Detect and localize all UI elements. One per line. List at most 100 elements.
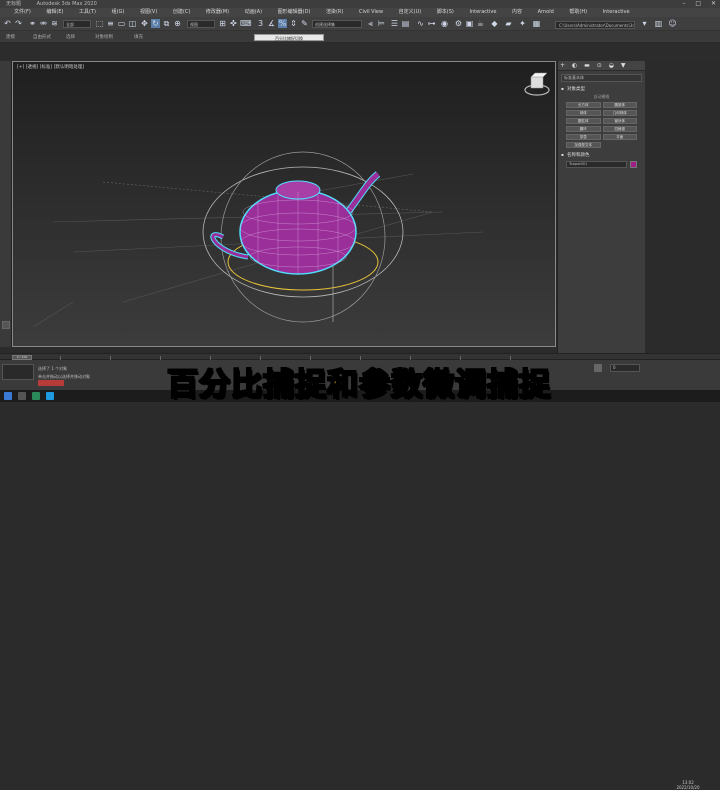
material-editor-icon[interactable]: ◉ bbox=[440, 19, 449, 28]
autogrid-checkbox[interactable]: 自动栅格 bbox=[558, 94, 645, 100]
menu-graph-editors[interactable]: 图形编辑器(D) bbox=[278, 8, 311, 17]
maxscript-listener[interactable] bbox=[2, 364, 34, 380]
path-dropdown-icon[interactable]: ▾ bbox=[640, 19, 649, 28]
arnold-icon[interactable]: ◆ bbox=[490, 19, 499, 28]
undo-icon[interactable]: ↶ bbox=[3, 19, 12, 28]
close-button[interactable]: ✕ bbox=[711, 0, 716, 7]
name-color-rollout[interactable]: 名称和颜色 bbox=[561, 152, 642, 158]
user-icon[interactable]: ☺ bbox=[668, 19, 677, 28]
keyboard-shortcut-icon[interactable]: ⌨ bbox=[240, 19, 252, 28]
object-color-swatch[interactable] bbox=[630, 161, 637, 168]
plane-button[interactable]: 平面 bbox=[602, 134, 637, 140]
search-icon[interactable] bbox=[18, 392, 26, 400]
pyramid-button[interactable]: 四棱锥 bbox=[602, 126, 637, 132]
menu-civil-view[interactable]: Civil View bbox=[359, 8, 383, 17]
workspaces-icon[interactable]: ▥ bbox=[654, 19, 663, 28]
teapot-button[interactable]: 茶壶 bbox=[566, 134, 601, 140]
object-name-field[interactable]: Teapot001 bbox=[566, 161, 627, 168]
percent-snap-icon[interactable]: % bbox=[278, 19, 287, 28]
tab-object-paint[interactable]: 对象绘制 bbox=[95, 34, 113, 40]
tube-button[interactable]: 管状体 bbox=[602, 118, 637, 124]
scene-explorer-toggle-icon[interactable] bbox=[2, 321, 10, 329]
pivot-center-icon[interactable]: ⊞ bbox=[218, 19, 227, 28]
menu-modifiers[interactable]: 修改器(M) bbox=[206, 8, 229, 17]
menu-scripting[interactable]: 脚本(S) bbox=[437, 8, 454, 17]
sphere-button[interactable]: 球体 bbox=[566, 110, 601, 116]
selection-filter-dropdown[interactable]: 全部 bbox=[63, 20, 91, 28]
3dsmax-taskbar-icon[interactable] bbox=[46, 392, 54, 400]
box-button[interactable]: 长方体 bbox=[566, 102, 601, 108]
menu-interactive[interactable]: Interactive bbox=[469, 8, 496, 17]
select-manipulate-icon[interactable]: ✜ bbox=[229, 19, 238, 28]
redo-icon[interactable]: ↷ bbox=[14, 19, 23, 28]
spinner-snap-icon[interactable]: ⇕ bbox=[289, 19, 298, 28]
tab-modeling[interactable]: 建模 bbox=[6, 34, 15, 40]
settings-icon[interactable]: ✦ bbox=[518, 19, 527, 28]
utilities-tab-icon[interactable]: ▼ bbox=[621, 62, 626, 69]
project-icon[interactable]: ▦ bbox=[532, 19, 541, 28]
menu-create[interactable]: 创建(C) bbox=[173, 8, 190, 17]
perspective-viewport[interactable]: [+] [透视] [标准] [默认明暗处理] bbox=[12, 61, 556, 347]
render-icon[interactable]: ☕ bbox=[476, 19, 485, 28]
teapot-object[interactable] bbox=[210, 171, 381, 275]
angle-snap-icon[interactable]: ∡ bbox=[267, 19, 276, 28]
motion-tab-icon[interactable]: ⊙ bbox=[597, 62, 602, 69]
object-type-rollout[interactable]: 对象类型 bbox=[561, 86, 642, 92]
menu-rendering[interactable]: 渲染(R) bbox=[326, 8, 343, 17]
menu-arnold[interactable]: Arnold bbox=[538, 8, 554, 17]
render-setup-icon[interactable]: ⚙ bbox=[454, 19, 463, 28]
schematic-view-icon[interactable]: ⊶ bbox=[427, 19, 436, 28]
menu-customize[interactable]: 自定义(U) bbox=[399, 8, 422, 17]
minimize-button[interactable]: – bbox=[682, 0, 685, 7]
current-frame-field[interactable]: 0 bbox=[610, 364, 640, 372]
align-icon[interactable]: ⊨ bbox=[377, 19, 386, 28]
move-icon[interactable]: ✥ bbox=[140, 19, 149, 28]
layer-explorer-icon[interactable]: ☰ bbox=[390, 19, 399, 28]
select-by-name-icon[interactable]: ≡ bbox=[106, 19, 115, 28]
scene-explorer-icon[interactable]: ▤ bbox=[401, 19, 410, 28]
curve-editor-icon[interactable]: ∿ bbox=[416, 19, 425, 28]
scale-icon[interactable]: ⧉ bbox=[162, 19, 171, 28]
menu-group[interactable]: 组(G) bbox=[112, 8, 125, 17]
rotate-icon[interactable]: ↻ bbox=[151, 19, 160, 28]
bind-spacewarp-icon[interactable]: ≋ bbox=[50, 19, 59, 28]
mirror-icon[interactable]: ⫷ bbox=[366, 19, 375, 28]
rect-selection-icon[interactable]: ▭ bbox=[117, 19, 126, 28]
placement-icon[interactable]: ⊕ bbox=[173, 19, 182, 28]
primitive-type-dropdown[interactable]: 标准基本体 bbox=[561, 74, 642, 82]
menu-edit[interactable]: 编辑(E) bbox=[46, 8, 63, 17]
display-tab-icon[interactable]: ◒ bbox=[609, 62, 614, 69]
geosphere-button[interactable]: 几何球体 bbox=[602, 110, 637, 116]
viewcube[interactable] bbox=[523, 70, 551, 98]
menu-tools[interactable]: 工具(T) bbox=[79, 8, 96, 17]
add-time-tag-icon[interactable] bbox=[594, 364, 602, 372]
link-icon[interactable]: ⚭ bbox=[28, 19, 37, 28]
modify-tab-icon[interactable]: ◐ bbox=[572, 62, 577, 69]
select-object-icon[interactable]: ⬚ bbox=[95, 19, 104, 28]
maximize-button[interactable]: □ bbox=[695, 0, 701, 7]
tab-freeform[interactable]: 自由形式 bbox=[33, 34, 51, 40]
rendered-frame-icon[interactable]: ▣ bbox=[465, 19, 474, 28]
menu-views[interactable]: 视图(V) bbox=[140, 8, 157, 17]
workspace-path-field[interactable]: C:\Users\Administrator\Documents\3ds Max… bbox=[555, 21, 635, 29]
hierarchy-tab-icon[interactable]: ▬ bbox=[584, 62, 590, 69]
menu-animation[interactable]: 动画(A) bbox=[245, 8, 262, 17]
menu-interactive-2[interactable]: Interactive bbox=[603, 8, 630, 17]
unlink-icon[interactable]: ⚮ bbox=[39, 19, 48, 28]
menu-content[interactable]: 内容 bbox=[512, 8, 522, 17]
snaps-toggle-icon[interactable]: 3 bbox=[256, 19, 265, 28]
reference-coord-dropdown[interactable]: 视图 bbox=[187, 20, 215, 28]
edit-named-selection-icon[interactable]: ✎ bbox=[300, 19, 309, 28]
textplus-button[interactable]: 加强型文本 bbox=[566, 142, 601, 148]
tab-selection[interactable]: 选择 bbox=[66, 34, 75, 40]
window-crossing-icon[interactable]: ◫ bbox=[128, 19, 137, 28]
menu-help[interactable]: 帮助(H) bbox=[569, 8, 587, 17]
folder-icon[interactable]: ▰ bbox=[504, 19, 513, 28]
windows-start-icon[interactable] bbox=[4, 392, 12, 400]
named-selection-set-dropdown[interactable]: 创建选择集 bbox=[312, 20, 362, 28]
create-tab-icon[interactable]: + bbox=[560, 62, 565, 69]
tab-populate[interactable]: 填充 bbox=[134, 34, 143, 40]
cone-button[interactable]: 圆锥体 bbox=[602, 102, 637, 108]
torus-button[interactable]: 圆环 bbox=[566, 126, 601, 132]
cylinder-button[interactable]: 圆柱体 bbox=[566, 118, 601, 124]
